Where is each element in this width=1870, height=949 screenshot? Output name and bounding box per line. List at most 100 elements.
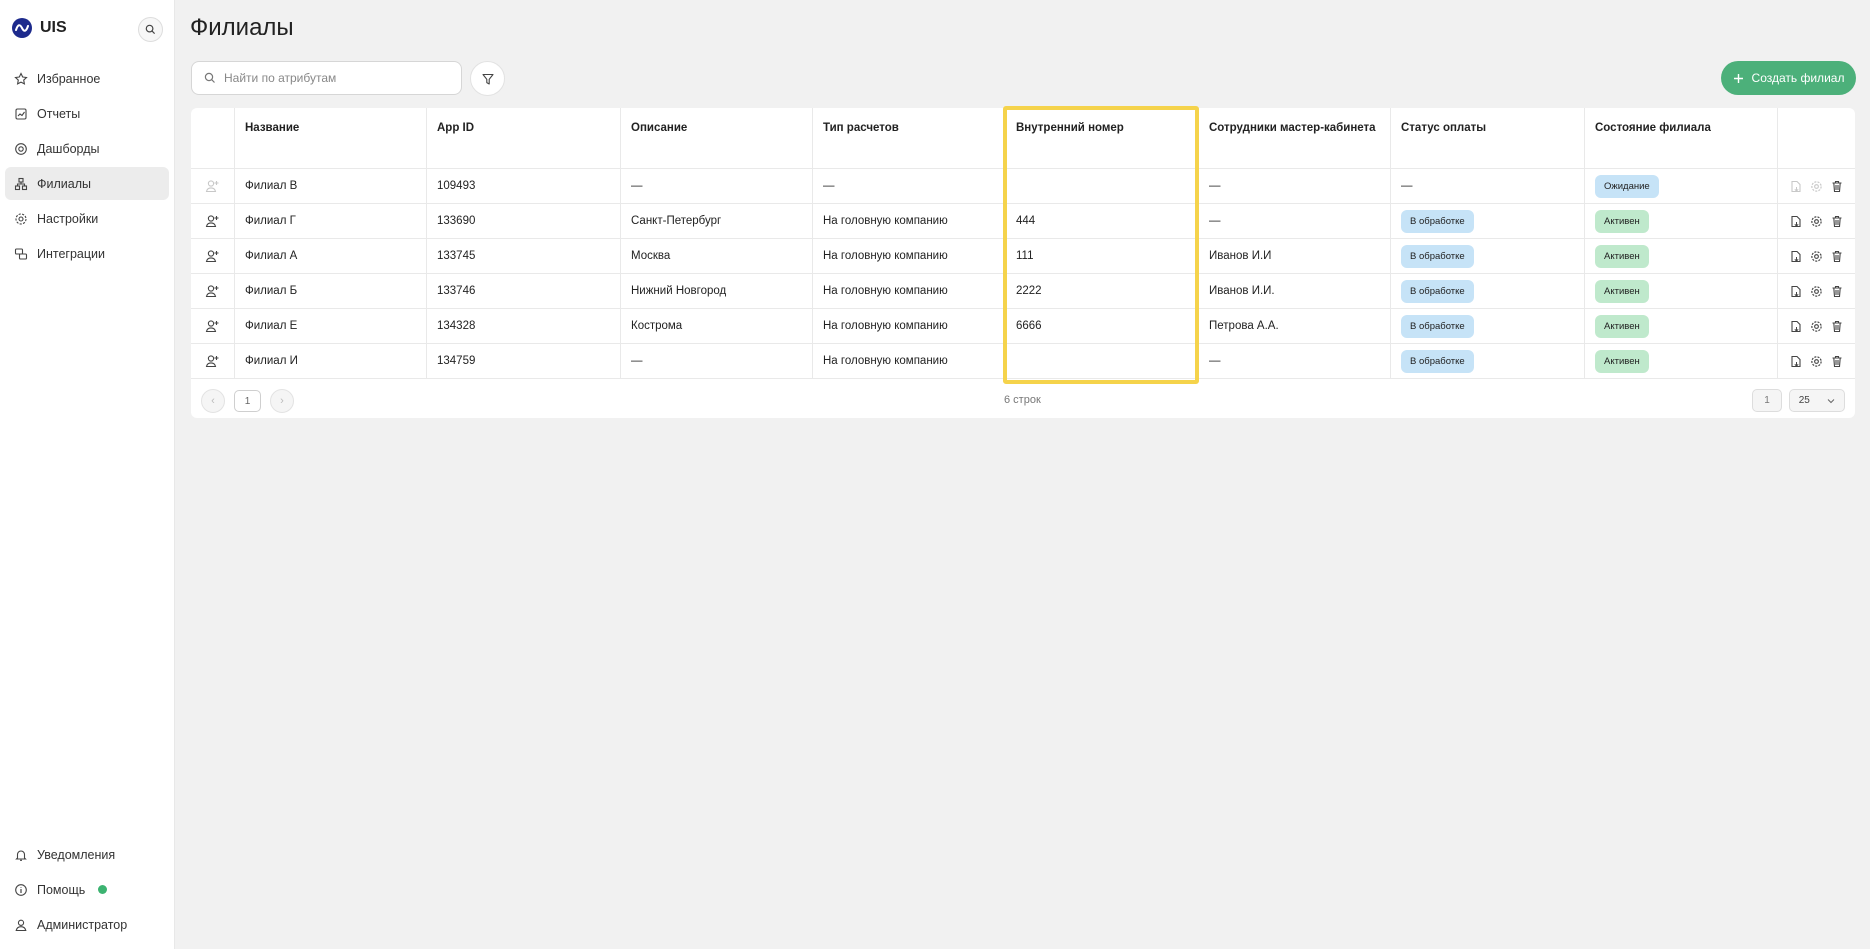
- table-row[interactable]: Филиал Е 134328 Кострома На головную компан…: [191, 309, 1855, 344]
- chevron-down-icon: [1827, 398, 1835, 403]
- add-user-cell: [191, 274, 235, 308]
- cell-staff: —: [1199, 344, 1391, 378]
- trash-icon[interactable]: [1831, 285, 1843, 298]
- sidebar-item-label: Помощь: [37, 882, 86, 897]
- branch-state-badge: Активен: [1595, 349, 1649, 373]
- create-branch-button[interactable]: Создать филиал: [1721, 61, 1856, 95]
- sidebar-item-reports[interactable]: Отчеты: [5, 97, 169, 130]
- add-user-icon[interactable]: [205, 179, 220, 193]
- gear-icon[interactable]: [1810, 180, 1823, 193]
- current-page[interactable]: 1: [234, 390, 261, 412]
- add-user-cell: [191, 169, 235, 203]
- cell-internal-number: 6666: [1006, 309, 1199, 343]
- cell-app-id: 134759: [427, 344, 621, 378]
- header-cell-name[interactable]: Название: [235, 108, 427, 168]
- cell-payment-status: —: [1391, 169, 1585, 203]
- add-user-icon[interactable]: [205, 319, 220, 333]
- header-cell-branch-state[interactable]: Состояние филиала: [1585, 108, 1778, 168]
- cell-staff: Петрова А.А.: [1199, 309, 1391, 343]
- bell-icon: [15, 849, 27, 861]
- prev-page-button[interactable]: ‹: [201, 389, 225, 413]
- user-icon: [15, 919, 27, 931]
- gear-icon[interactable]: [1810, 355, 1823, 368]
- add-user-cell: [191, 204, 235, 238]
- sidebar-item-help[interactable]: Помощь: [5, 873, 169, 906]
- cell-description: —: [621, 344, 813, 378]
- table-header: Название App ID Описание Тип расчетов Вн…: [191, 108, 1855, 169]
- filter-button[interactable]: [470, 61, 505, 96]
- download-file-icon[interactable]: [1790, 180, 1802, 193]
- table-row[interactable]: Филиал Г 133690 Санкт-Петербург На головную…: [191, 204, 1855, 239]
- sidebar-item-favorites[interactable]: Избранное: [5, 62, 169, 95]
- pagination: ‹ 1 ›: [201, 389, 294, 413]
- add-user-cell: [191, 309, 235, 343]
- download-file-icon[interactable]: [1790, 215, 1802, 228]
- trash-icon[interactable]: [1831, 355, 1843, 368]
- sidebar-item-label: Избранное: [37, 71, 101, 86]
- header-cell-staff[interactable]: Сотрудники мастер-кабинета: [1199, 108, 1391, 168]
- add-user-icon[interactable]: [205, 284, 220, 298]
- rows-count: 6 строк: [1004, 394, 1041, 406]
- cell-payment-status: В обработке: [1391, 344, 1585, 378]
- sidebar-item-admin[interactable]: Администратор: [5, 908, 169, 941]
- cell-calc-type: На головную компанию: [813, 274, 1006, 308]
- trash-icon[interactable]: [1831, 180, 1843, 193]
- header-cell-icon: [191, 108, 235, 168]
- table-row[interactable]: Филиал И 134759— На головную компанию — В об…: [191, 344, 1855, 379]
- next-page-button[interactable]: ›: [270, 389, 294, 413]
- page-size-value: 25: [1798, 395, 1810, 406]
- sidebar-item-label: Филиалы: [37, 176, 91, 191]
- trash-icon[interactable]: [1831, 320, 1843, 333]
- gear-icon[interactable]: [1810, 285, 1823, 298]
- sidebar-item-notifications[interactable]: Уведомления: [5, 838, 169, 871]
- trash-icon[interactable]: [1831, 215, 1843, 228]
- cell-internal-number: 111: [1006, 239, 1199, 273]
- sidebar-item-settings[interactable]: Настройки: [5, 202, 169, 235]
- cell-internal-number: [1006, 344, 1199, 378]
- branch-state-badge: Ожидание: [1595, 174, 1659, 198]
- download-file-icon[interactable]: [1790, 320, 1802, 333]
- uis-logo-icon: [12, 18, 32, 38]
- trash-icon[interactable]: [1831, 250, 1843, 263]
- search-input[interactable]: [224, 71, 444, 85]
- page-title: Филиалы: [190, 14, 294, 41]
- brand[interactable]: UIS: [12, 18, 67, 38]
- page-number-input[interactable]: 1: [1752, 389, 1782, 412]
- download-file-icon[interactable]: [1790, 285, 1802, 298]
- sidebar-search-button[interactable]: [138, 17, 163, 42]
- dashboard-icon: [15, 142, 27, 155]
- cell-description: Москва: [621, 239, 813, 273]
- search-box[interactable]: [191, 61, 462, 95]
- sidebar-item-label: Администратор: [37, 917, 128, 932]
- page-size-select[interactable]: 25: [1789, 389, 1845, 412]
- download-file-icon[interactable]: [1790, 355, 1802, 368]
- table-row[interactable]: Филиал А 133745 Москва На головную компанию…: [191, 239, 1855, 274]
- cell-internal-number: 444: [1006, 204, 1199, 238]
- table-row[interactable]: Филиал Б 133746 Нижний Новгород На головную…: [191, 274, 1855, 309]
- add-user-icon[interactable]: [205, 354, 220, 368]
- sidebar-item-dashboards[interactable]: Дашборды: [5, 132, 169, 165]
- header-cell-internal-number[interactable]: Внутренний номер: [1006, 108, 1199, 168]
- gear-icon: [15, 212, 27, 225]
- table-row[interactable]: Филиал В 109493— — — — Ожидание: [191, 169, 1855, 204]
- gear-icon[interactable]: [1810, 320, 1823, 333]
- search-icon: [145, 24, 156, 35]
- add-user-icon[interactable]: [205, 214, 220, 228]
- gear-icon[interactable]: [1810, 250, 1823, 263]
- sidebar-item-label: Настройки: [37, 211, 99, 226]
- cell-actions: [1778, 169, 1855, 203]
- cell-description: Санкт-Петербург: [621, 204, 813, 238]
- cell-branch-state: Активен: [1585, 344, 1778, 378]
- header-cell-calc-type[interactable]: Тип расчетов: [813, 108, 1006, 168]
- download-file-icon[interactable]: [1790, 250, 1802, 263]
- payment-status-badge: В обработке: [1401, 209, 1474, 233]
- header-cell-payment-status[interactable]: Статус оплаты: [1391, 108, 1585, 168]
- add-user-icon[interactable]: [205, 249, 220, 263]
- header-cell-description[interactable]: Описание: [621, 108, 813, 168]
- gear-icon[interactable]: [1810, 215, 1823, 228]
- sidebar-item-integrations[interactable]: Интеграции: [5, 237, 169, 270]
- plus-icon: [1733, 73, 1743, 83]
- sidebar-item-branches[interactable]: Филиалы: [5, 167, 169, 200]
- header-cell-app-id[interactable]: App ID: [427, 108, 621, 168]
- cell-staff: Иванов И.И.: [1199, 274, 1391, 308]
